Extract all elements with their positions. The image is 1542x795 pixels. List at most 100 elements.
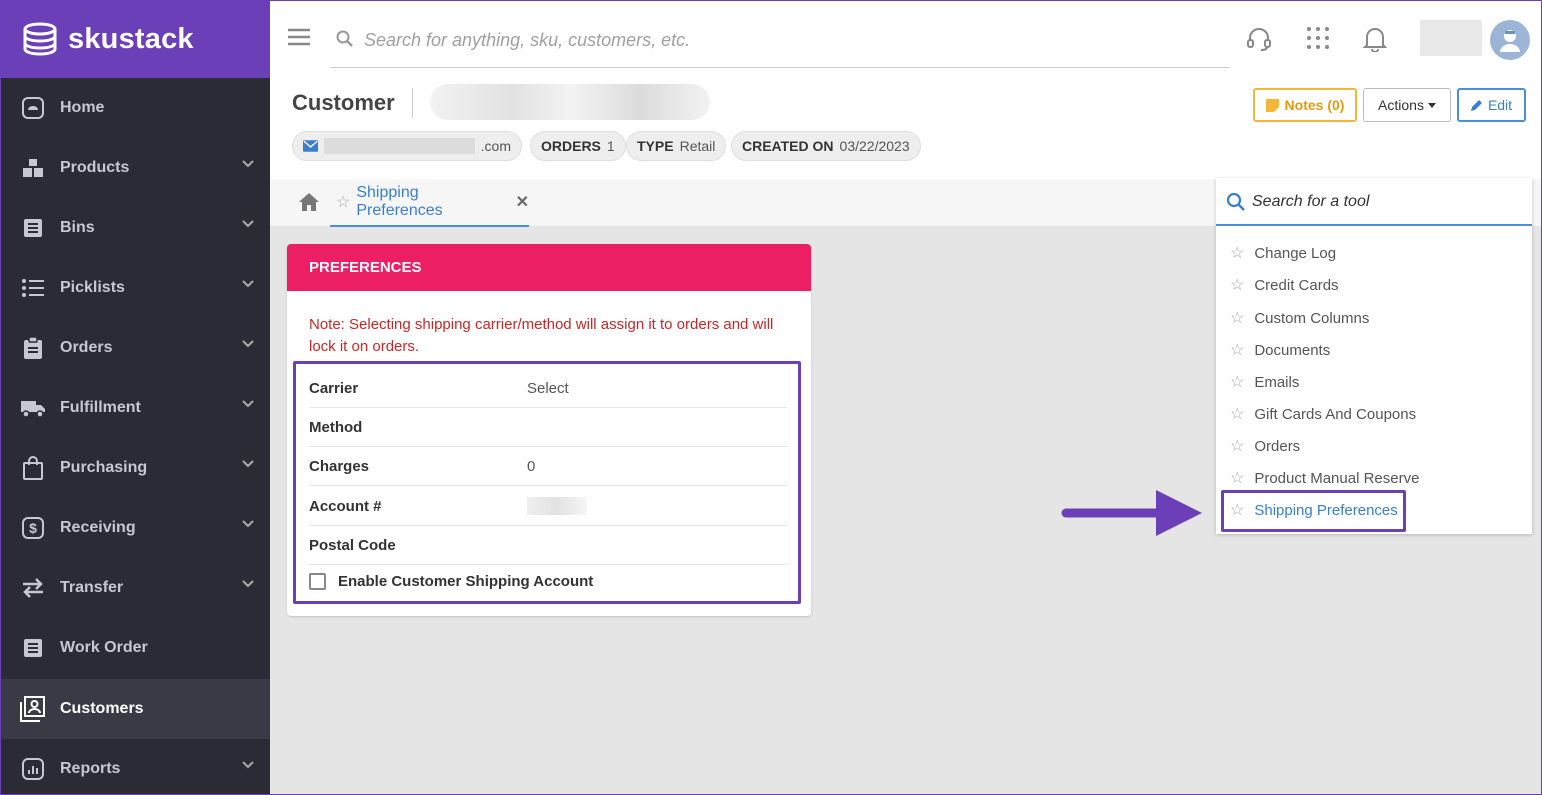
tool-item-orders[interactable]: ☆ Orders: [1230, 434, 1300, 458]
star-icon[interactable]: ☆: [1230, 308, 1244, 328]
clipboard-icon: [20, 335, 46, 361]
customer-header: Customer .com ORDERS 1 TYPE Retail CREAT…: [270, 78, 1542, 179]
charges-label: Charges: [309, 457, 370, 475]
search-icon: [1226, 192, 1245, 211]
close-icon[interactable]: ✕: [516, 192, 529, 212]
sidebar-item-label: Receiving: [60, 519, 136, 536]
chevron-down-icon: [242, 160, 254, 168]
sidebar-item-bins[interactable]: Bins: [0, 198, 270, 258]
sidebar-item-label: Work Order: [60, 639, 148, 656]
charges-row: Charges 0: [309, 447, 787, 486]
enable-shipping-account-checkbox[interactable]: [309, 573, 326, 590]
customers-icon: [20, 696, 46, 722]
sidebar-item-transfer[interactable]: Transfer: [0, 558, 270, 618]
tool-item-emails[interactable]: ☆ Emails: [1230, 370, 1299, 394]
created-value: 03/22/2023: [839, 138, 910, 154]
created-on-chip: CREATED ON 03/22/2023: [731, 131, 921, 161]
star-icon[interactable]: ☆: [1230, 243, 1244, 263]
actions-dropdown-button[interactable]: Actions: [1363, 88, 1451, 122]
postal-code-row: Postal Code: [309, 526, 787, 565]
notes-button[interactable]: Notes (0): [1253, 88, 1357, 122]
tool-search-input[interactable]: [1252, 190, 1522, 214]
star-icon[interactable]: ☆: [1230, 404, 1244, 424]
user-name-redacted[interactable]: [1420, 20, 1482, 56]
sidebar-item-picklists[interactable]: Picklists: [0, 258, 270, 318]
hamburger-menu-icon[interactable]: [288, 28, 310, 46]
work-order-icon: [20, 635, 46, 661]
enable-shipping-account-row[interactable]: Enable Customer Shipping Account: [309, 573, 593, 590]
tool-item-gift-cards[interactable]: ☆ Gift Cards And Coupons: [1230, 402, 1416, 426]
sidebar-item-purchasing[interactable]: Purchasing: [0, 438, 270, 498]
sidebar-item-fulfillment[interactable]: Fulfillment: [0, 378, 270, 438]
tool-item-credit-cards[interactable]: ☆ Credit Cards: [1230, 273, 1339, 297]
pencil-icon: [1470, 100, 1482, 111]
search-input[interactable]: [364, 26, 1204, 54]
sidebar-item-work-order[interactable]: Work Order: [0, 618, 270, 678]
avatar[interactable]: [1490, 20, 1530, 60]
chevron-down-icon: [242, 460, 254, 468]
tool-label: Credit Cards: [1254, 276, 1339, 294]
chevron-down-icon: [242, 520, 254, 528]
charges-value[interactable]: 0: [527, 458, 535, 475]
account-value-redacted[interactable]: [527, 497, 587, 515]
sidebar-item-reports[interactable]: Reports: [0, 739, 270, 795]
skustack-logo-icon: [23, 22, 57, 56]
account-row: Account #: [309, 487, 787, 526]
tool-item-change-log[interactable]: ☆ Change Log: [1230, 241, 1336, 265]
truck-icon: [20, 395, 46, 421]
sidebar-item-receiving[interactable]: $ Receiving: [0, 498, 270, 558]
postal-code-label: Postal Code: [309, 536, 396, 554]
list-box-icon: [20, 215, 46, 241]
tool-highlight-box: [1221, 490, 1406, 532]
sidebar-item-label: Orders: [60, 339, 113, 356]
tool-label: Product Manual Reserve: [1254, 469, 1420, 487]
tool-item-product-manual-reserve[interactable]: ☆ Product Manual Reserve: [1230, 466, 1419, 490]
card-title: PREFERENCES: [287, 244, 811, 291]
tool-item-documents[interactable]: ☆ Documents: [1230, 338, 1330, 362]
tool-label: Custom Columns: [1254, 309, 1370, 327]
bell-icon[interactable]: [1363, 26, 1387, 52]
brand[interactable]: skustack: [0, 0, 270, 78]
shipping-note: Note: Selecting shipping carrier/method …: [309, 316, 774, 355]
chevron-down-icon: [242, 580, 254, 588]
star-icon[interactable]: ☆: [1230, 372, 1244, 392]
star-icon[interactable]: ☆: [1230, 436, 1244, 456]
transfer-icon: [20, 575, 46, 601]
notes-label: Notes (0): [1284, 97, 1345, 113]
star-icon[interactable]: ☆: [1230, 340, 1244, 360]
sidebar-item-label: Fulfillment: [60, 399, 141, 416]
svg-text:$: $: [29, 520, 37, 536]
page-title: Customer: [292, 90, 395, 115]
sidebar-item-customers[interactable]: Customers: [0, 679, 270, 739]
global-search: [330, 18, 1230, 68]
sidebar-item-orders[interactable]: Orders: [0, 318, 270, 378]
chevron-down-icon: [242, 400, 254, 408]
carrier-select[interactable]: Select: [527, 380, 569, 397]
sidebar-item-products[interactable]: Products: [0, 138, 270, 198]
dollar-icon: $: [20, 515, 46, 541]
home-tab-icon[interactable]: [298, 192, 320, 212]
account-label: Account #: [309, 497, 382, 515]
email-chip[interactable]: .com: [292, 131, 522, 161]
list-icon: [20, 275, 46, 301]
type-chip: TYPE Retail: [626, 131, 727, 161]
sidebar-item-home[interactable]: Home: [0, 78, 270, 138]
user-avatar-icon: [1500, 30, 1520, 52]
apps-grid-icon[interactable]: [1306, 26, 1330, 50]
type-label: TYPE: [637, 138, 674, 154]
tool-label: Change Log: [1254, 244, 1337, 262]
home-icon: [20, 95, 46, 121]
star-icon[interactable]: ☆: [336, 192, 350, 212]
star-icon[interactable]: ☆: [1230, 468, 1244, 488]
method-label: Method: [309, 418, 363, 436]
chevron-down-icon: [242, 761, 254, 769]
edit-button[interactable]: Edit: [1457, 88, 1526, 122]
orders-chip: ORDERS 1: [530, 131, 626, 161]
tab-shipping-preferences[interactable]: ☆ Shipping Preferences ✕: [330, 179, 529, 227]
caret-down-icon: [1427, 102, 1436, 108]
shopping-bag-icon: [20, 455, 46, 481]
tool-item-custom-columns[interactable]: ☆ Custom Columns: [1230, 306, 1369, 330]
headset-support-icon[interactable]: [1246, 26, 1272, 52]
star-icon[interactable]: ☆: [1230, 275, 1244, 295]
email-icon: [303, 140, 319, 152]
